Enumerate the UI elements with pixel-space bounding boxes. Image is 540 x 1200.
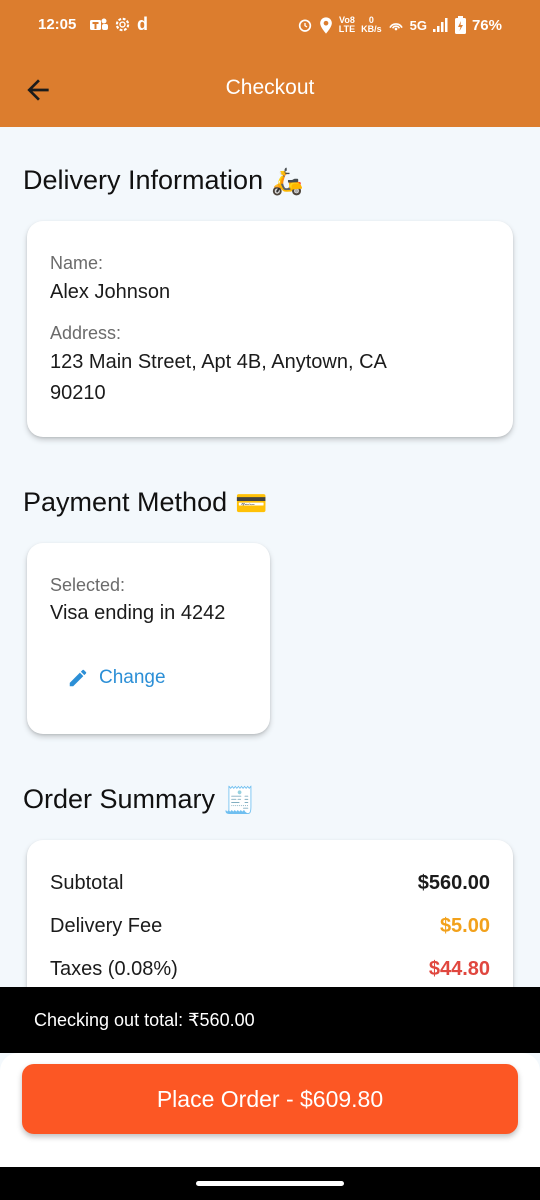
- summary-title-text: Order Summary: [23, 784, 216, 814]
- scooter-icon: 🛵: [271, 165, 304, 196]
- status-left-icons: d: [90, 14, 148, 35]
- status-right-icons: Vo8 LTE 0 KB/s 5G 76%: [297, 16, 502, 34]
- settings-gear-icon: [115, 17, 130, 32]
- teams-icon: [90, 18, 108, 30]
- snackbar-text: Checking out total: ₹560.00: [34, 1010, 255, 1030]
- place-order-button[interactable]: Place Order - $609.80: [22, 1064, 518, 1134]
- battery-icon: [454, 16, 466, 34]
- change-payment-button[interactable]: Change: [67, 667, 166, 689]
- bottom-action-bar: Place Order - $609.80: [0, 1053, 540, 1167]
- summary-row-delivery-fee: Delivery Fee $5.00: [50, 915, 490, 938]
- app-bar: Checkout: [0, 52, 540, 127]
- summary-row-subtotal: Subtotal $560.00: [50, 872, 490, 895]
- signal-icon: [432, 18, 448, 32]
- hotspot-icon: [388, 23, 403, 31]
- delivery-title-text: Delivery Information: [23, 165, 264, 195]
- alarm-icon: [298, 19, 311, 32]
- summary-row-label: Taxes (0.08%): [50, 958, 178, 980]
- status-bar: 12:05 d Vo8 LTE 0 KB/s 5G 76%: [0, 0, 540, 52]
- speed-indicator: 0 KB/s: [361, 15, 382, 34]
- name-label: Name:: [50, 253, 104, 273]
- summary-row-label: Subtotal: [50, 872, 124, 894]
- summary-row-value: $44.80: [428, 958, 490, 980]
- edit-pencil-icon: [69, 669, 87, 687]
- receipt-icon: 🧾: [223, 784, 256, 815]
- delivery-section-title: Delivery Information 🛵: [23, 165, 303, 196]
- status-time: 12:05: [38, 16, 77, 33]
- d-icon: d: [137, 14, 148, 34]
- selected-label: Selected:: [50, 575, 126, 595]
- payment-section-title: Payment Method 💳: [23, 487, 267, 518]
- page-title: Checkout: [225, 76, 315, 99]
- network-type: 5G: [409, 17, 427, 33]
- address-label: Address:: [50, 323, 122, 343]
- address-line-2: 90210: [50, 382, 106, 404]
- snackbar: Checking out total: ₹560.00: [0, 987, 540, 1053]
- home-gesture-handle[interactable]: [196, 1181, 344, 1186]
- system-nav-bar: [0, 1167, 540, 1200]
- payment-card: Selected: Visa ending in 4242 Change: [27, 543, 270, 734]
- volte-indicator: Vo8 LTE: [338, 15, 356, 34]
- location-icon: [319, 16, 332, 34]
- battery-percent: 76%: [471, 16, 502, 34]
- credit-card-icon: 💳: [235, 487, 268, 518]
- summary-row-value: $560.00: [417, 872, 490, 894]
- summary-row-taxes: Taxes (0.08%) $44.80: [50, 958, 490, 981]
- summary-row-label: Delivery Fee: [50, 915, 163, 937]
- summary-section-title: Order Summary 🧾: [23, 784, 255, 815]
- address-line-1: 123 Main Street, Apt 4B, Anytown, CA: [50, 351, 387, 373]
- selected-payment-value: Visa ending in 4242: [50, 602, 226, 624]
- change-label: Change: [99, 667, 166, 688]
- summary-row-value: $5.00: [439, 915, 490, 937]
- payment-title-text: Payment Method: [23, 487, 228, 517]
- delivery-card: Name: Alex Johnson Address: 123 Main Str…: [27, 221, 513, 437]
- name-value: Alex Johnson: [50, 281, 171, 303]
